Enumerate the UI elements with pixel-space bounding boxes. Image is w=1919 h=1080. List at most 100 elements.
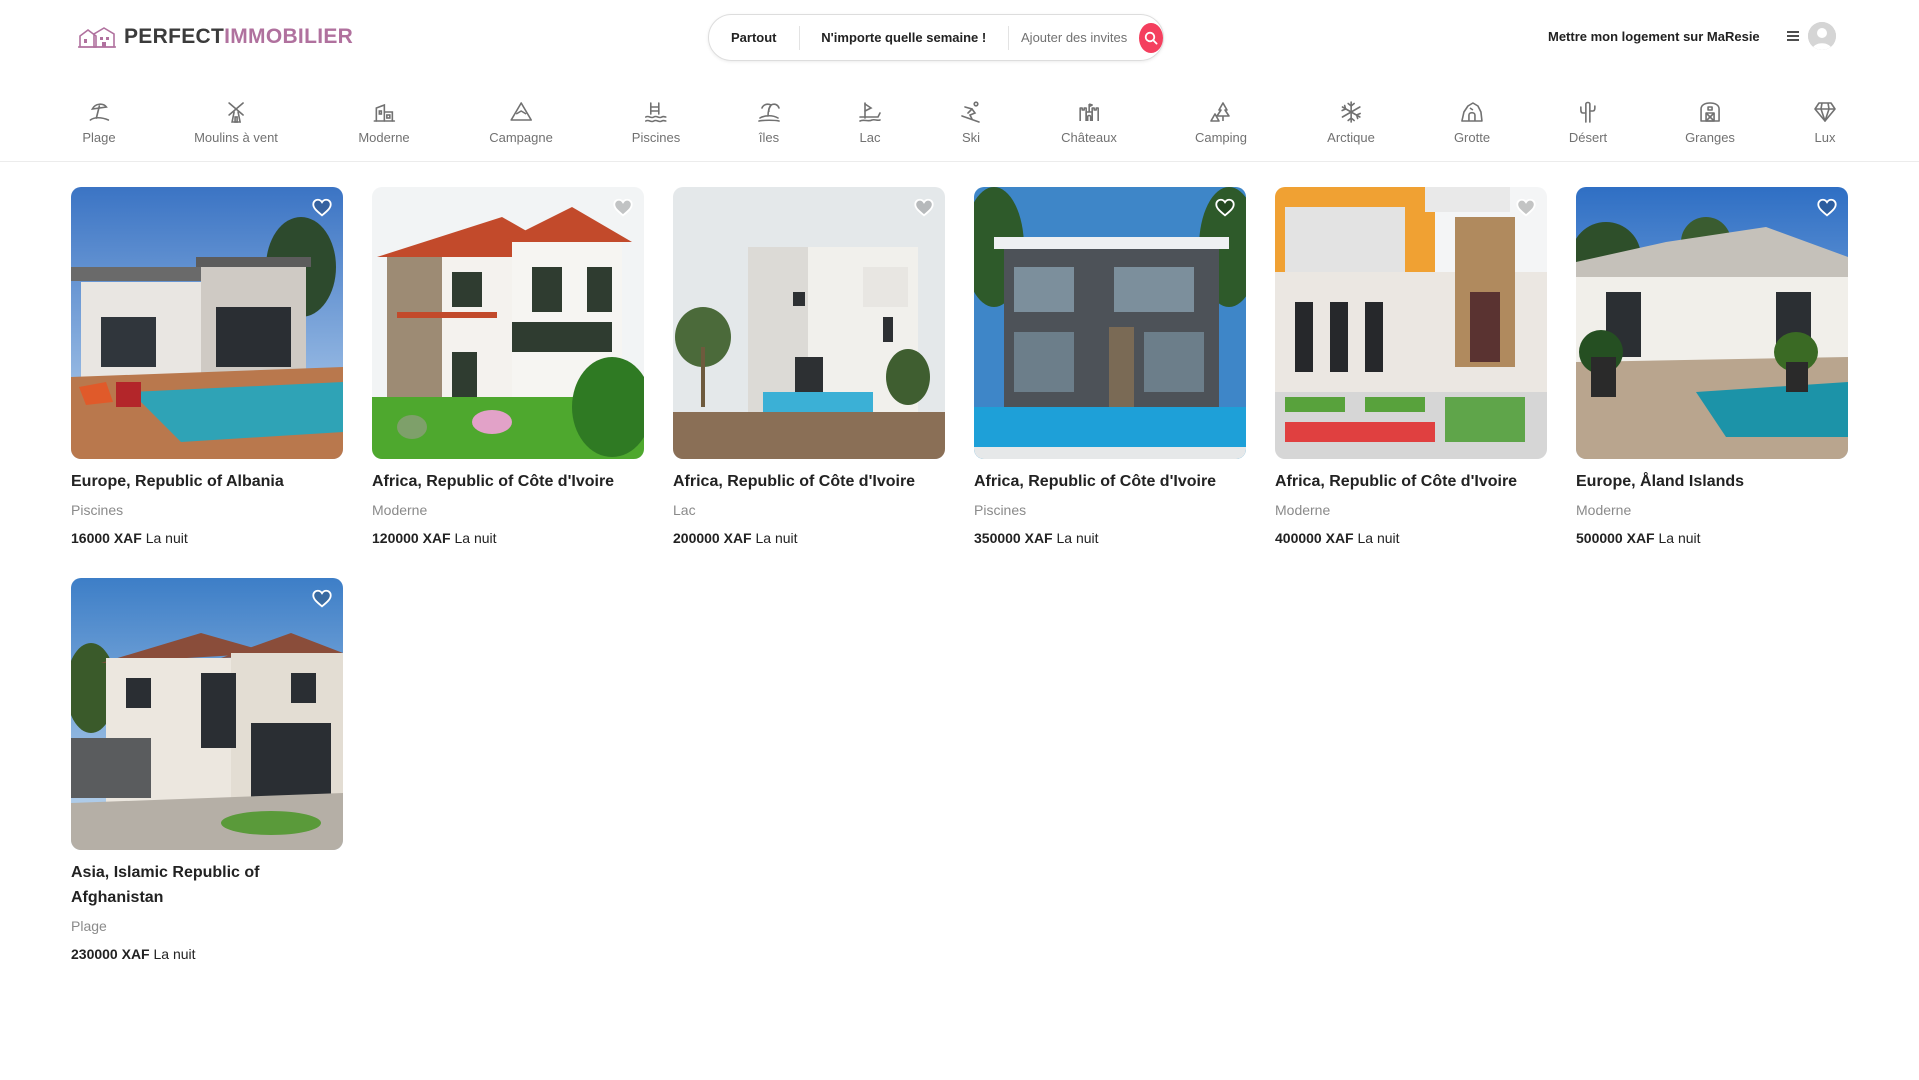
category-ski[interactable]: Ski (959, 100, 983, 145)
listing-photo[interactable] (71, 578, 343, 850)
listing-photo[interactable] (974, 187, 1246, 459)
listing-price: 200000 XAF La nuit (673, 528, 945, 548)
listing-card[interactable]: Europe, Åland Islands Moderne 500000 XAF… (1576, 187, 1848, 548)
search-bar[interactable]: Partout N'importe quelle semaine ! Ajout… (708, 14, 1164, 61)
camping-icon (1210, 102, 1230, 122)
diamond-icon (1814, 102, 1836, 122)
listing-category: Piscines (974, 502, 1027, 518)
price-amount: 16000 XAF (71, 530, 142, 546)
category-chateaux[interactable]: Châteaux (1061, 100, 1117, 145)
favorite-heart-icon[interactable] (1515, 197, 1537, 219)
listing-title: Africa, Republic of Côte d'Ivoire (1275, 473, 1518, 490)
beach-icon (89, 103, 109, 121)
house-photo (673, 187, 945, 459)
island-icon (758, 103, 780, 122)
host-link[interactable]: Mettre mon logement sur MaResie (1548, 29, 1760, 44)
listing-card[interactable]: Asia, Islamic Republic of Afghanistan Pl… (71, 578, 343, 964)
windmill-icon (228, 102, 244, 123)
listing-category: Lac (673, 502, 696, 518)
category-arctique[interactable]: Arctique (1327, 100, 1375, 145)
listing-card[interactable]: Africa, Republic of Côte d'Ivoire Lac 20… (673, 187, 945, 548)
listing-category: Moderne (1275, 502, 1331, 518)
listing-card[interactable]: Africa, Republic of Côte d'Ivoire Modern… (1275, 187, 1547, 548)
brand-name-part2: IMMOBILIER (224, 25, 354, 48)
category-campagne[interactable]: Campagne (489, 100, 553, 145)
listing-card[interactable]: Africa, Republic of Côte d'Ivoire Modern… (372, 187, 644, 548)
listing-price: 350000 XAF La nuit (974, 528, 1246, 548)
listing-category: Moderne (372, 502, 428, 518)
search-when[interactable]: N'importe quelle semaine ! (799, 26, 1008, 50)
price-amount: 230000 XAF (71, 946, 150, 962)
menu-icon (1787, 31, 1799, 41)
category-bar: Plage Moulins à vent Moderne Campagne Pi… (0, 74, 1919, 162)
search-button[interactable] (1139, 22, 1164, 53)
listing-card[interactable]: Europe, Republic of Albania Piscines 160… (71, 187, 343, 548)
house-photo (1576, 187, 1848, 459)
category-moulins[interactable]: Moulins à vent (194, 100, 278, 145)
category-label: Lac (859, 130, 881, 145)
listing-photo[interactable] (1275, 187, 1547, 459)
category-lac[interactable]: Lac (858, 100, 882, 145)
top-navbar: PERFECTIMMOBILIER Partout N'importe quel… (0, 0, 1919, 74)
listing-price: 120000 XAF La nuit (372, 528, 644, 548)
listing-photo[interactable] (673, 187, 945, 459)
barn-icon (1700, 102, 1720, 122)
category-label: Plage (82, 130, 116, 145)
brand-name: PERFECTIMMOBILIER (124, 25, 353, 49)
listing-title: Africa, Republic of Côte d'Ivoire (974, 473, 1217, 490)
skiing-icon (961, 101, 980, 123)
listing-photo[interactable] (71, 187, 343, 459)
listing-title: Asia, Islamic Republic of Afghanistan (71, 864, 260, 906)
category-label: Arctique (1327, 130, 1375, 145)
house-logo-icon (78, 27, 116, 48)
category-iles[interactable]: îles (757, 100, 781, 145)
category-moderne[interactable]: Moderne (358, 100, 410, 145)
price-suffix: La nuit (1357, 530, 1400, 546)
category-granges[interactable]: Granges (1685, 100, 1735, 145)
listing-price: 16000 XAF La nuit (71, 528, 343, 548)
category-camping[interactable]: Camping (1195, 100, 1247, 145)
listing-title: Africa, Republic of Côte d'Ivoire (673, 473, 916, 490)
category-label: Moulins à vent (194, 130, 278, 145)
listing-photo[interactable] (372, 187, 644, 459)
favorite-heart-icon[interactable] (1816, 197, 1838, 219)
modern-house-icon (373, 103, 395, 122)
listing-category: Moderne (1576, 502, 1632, 518)
search-where[interactable]: Partout (709, 26, 799, 50)
listing-category: Plage (71, 918, 107, 934)
price-suffix: La nuit (755, 530, 798, 546)
favorite-heart-icon[interactable] (311, 197, 333, 219)
pool-icon (645, 102, 667, 123)
price-amount: 400000 XAF (1275, 530, 1354, 546)
listing-card[interactable]: Africa, Republic of Côte d'Ivoire Piscin… (974, 187, 1246, 548)
category-label: Ski (961, 130, 981, 145)
price-suffix: La nuit (153, 946, 196, 962)
favorite-heart-icon[interactable] (913, 197, 935, 219)
price-amount: 350000 XAF (974, 530, 1053, 546)
price-amount: 200000 XAF (673, 530, 752, 546)
price-suffix: La nuit (454, 530, 497, 546)
avatar (1808, 22, 1836, 50)
search-icon (1144, 31, 1158, 45)
price-suffix: La nuit (145, 530, 188, 546)
category-label: Désert (1568, 130, 1608, 145)
listing-price: 230000 XAF La nuit (71, 944, 343, 964)
house-photo (1275, 187, 1547, 459)
category-lux[interactable]: Lux (1813, 100, 1837, 145)
category-grotte[interactable]: Grotte (1454, 100, 1490, 145)
user-menu-button[interactable] (1786, 22, 1836, 50)
category-piscines[interactable]: Piscines (632, 100, 680, 145)
listing-photo[interactable] (1576, 187, 1848, 459)
price-suffix: La nuit (1658, 530, 1701, 546)
listing-category: Piscines (71, 502, 124, 518)
favorite-heart-icon[interactable] (311, 588, 333, 610)
category-desert[interactable]: Désert (1569, 100, 1607, 145)
search-guests[interactable]: Ajouter des invites (1009, 30, 1139, 45)
category-label: îles (758, 130, 780, 145)
brand-logo[interactable]: PERFECTIMMOBILIER (78, 24, 353, 50)
listing-title: Africa, Republic of Côte d'Ivoire (372, 473, 615, 490)
listing-price: 400000 XAF La nuit (1275, 528, 1547, 548)
category-plage[interactable]: Plage (82, 100, 116, 145)
favorite-heart-icon[interactable] (1214, 197, 1236, 219)
favorite-heart-icon[interactable] (612, 197, 634, 219)
